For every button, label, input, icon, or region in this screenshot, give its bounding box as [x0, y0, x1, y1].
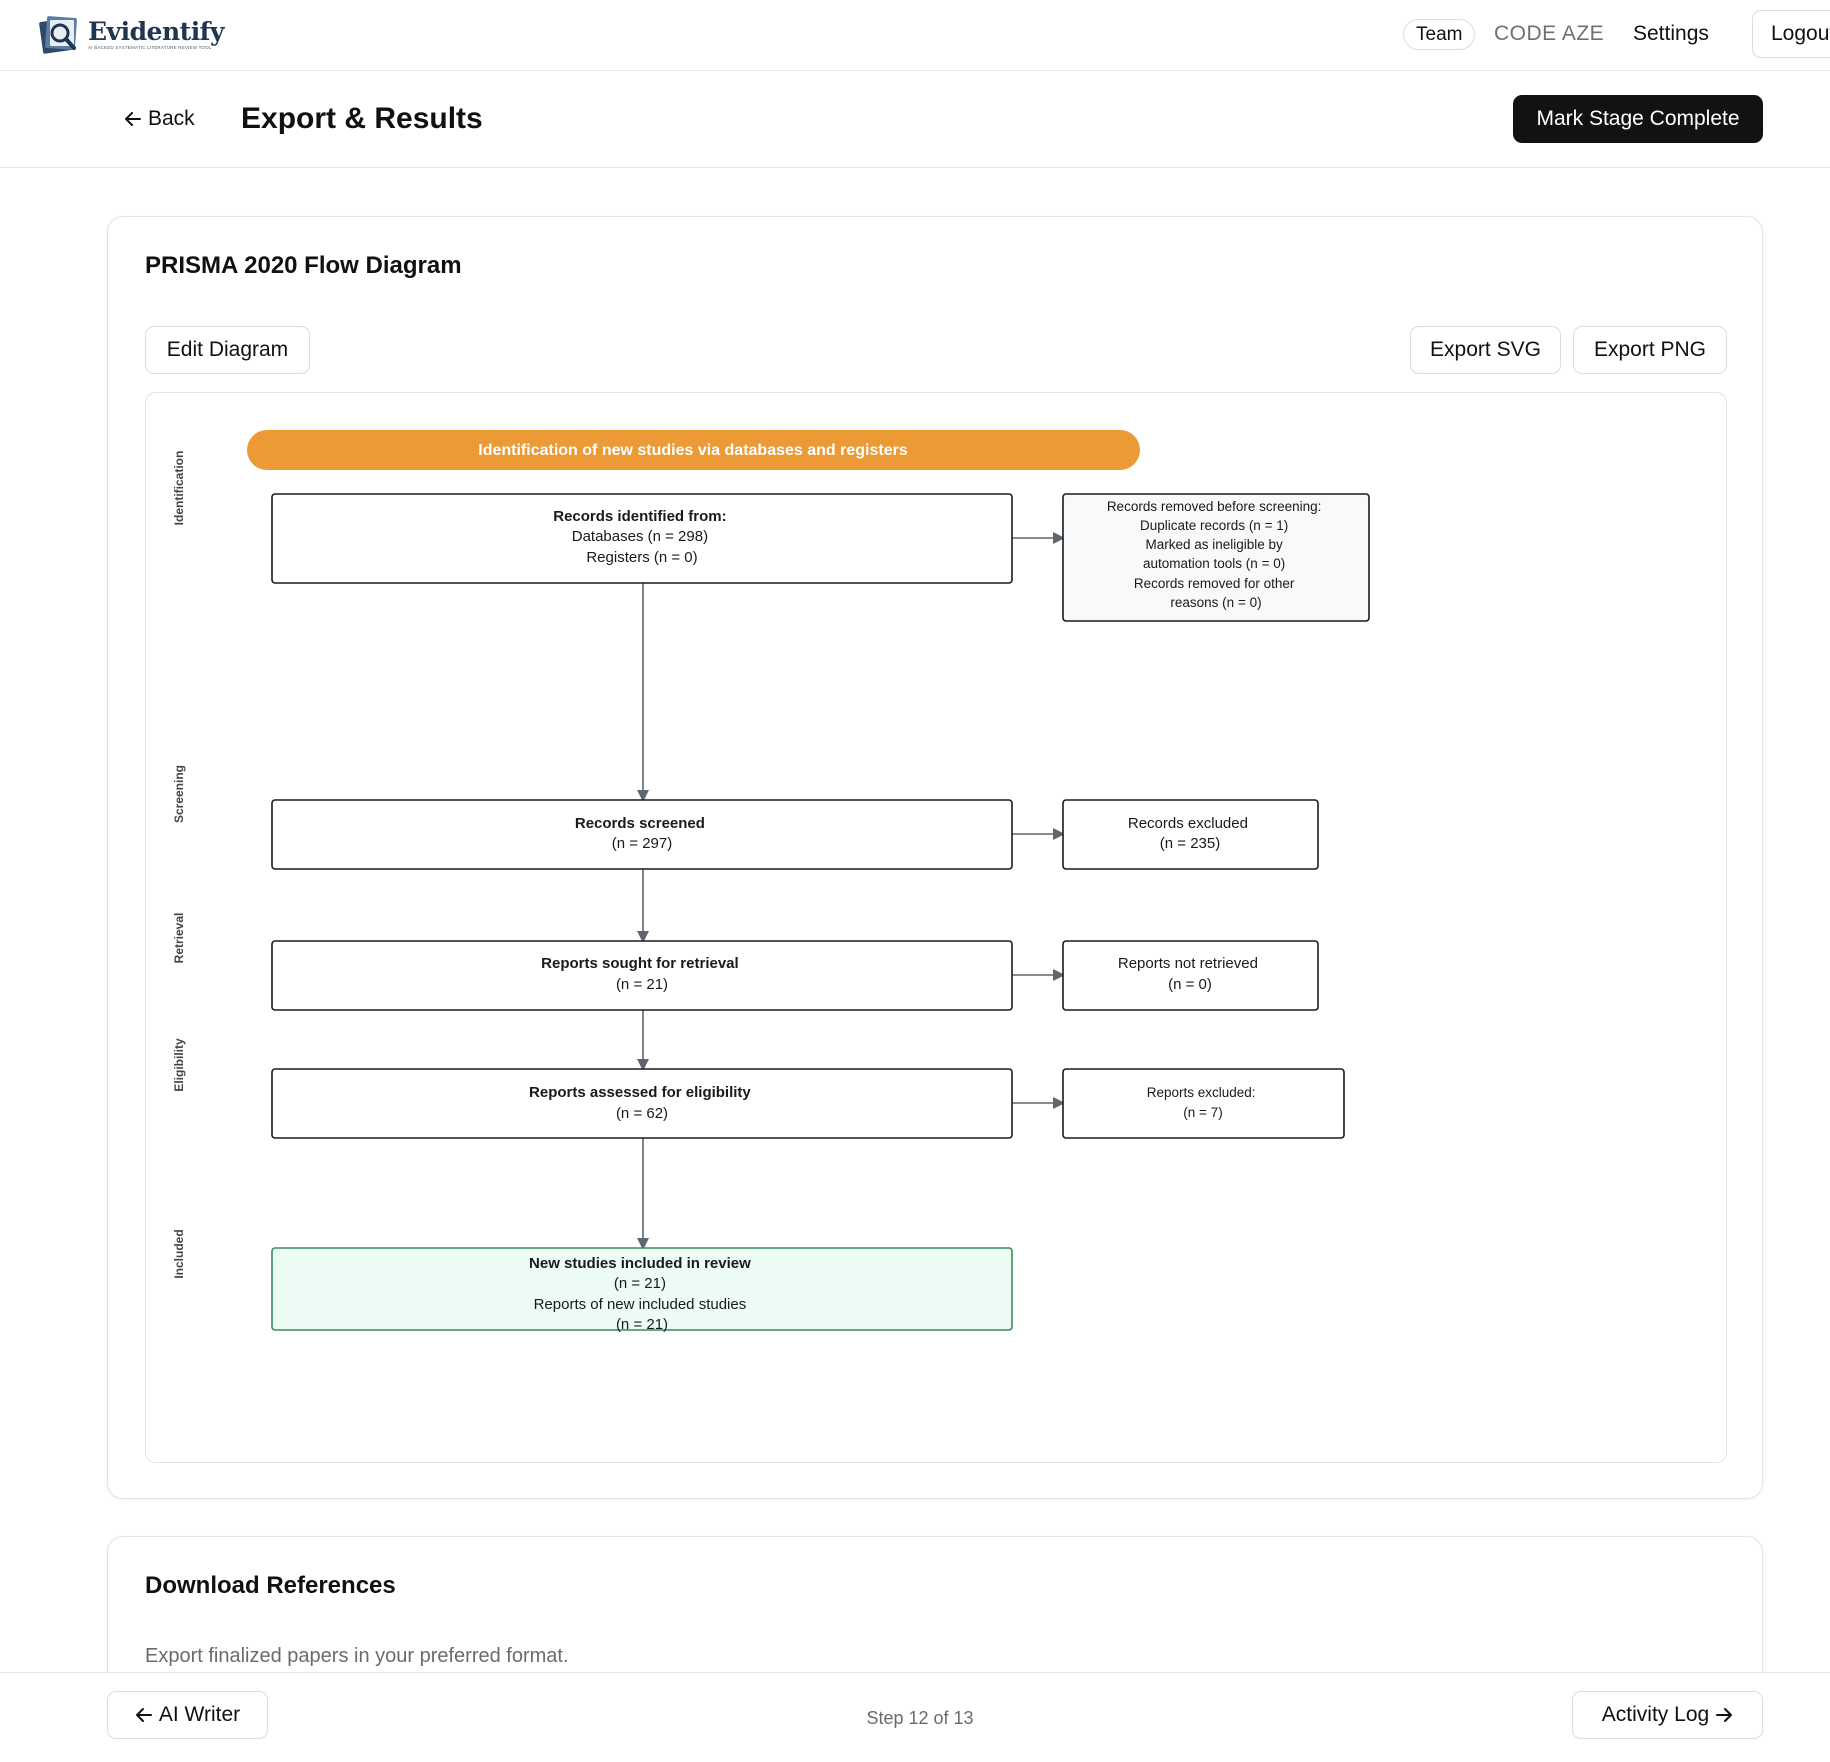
- download-references-title: Download References: [145, 1572, 396, 1599]
- box-studies-included-title: New studies included in review: [529, 1255, 751, 1272]
- box-records-removed-line: Records removed for other: [1134, 576, 1295, 591]
- box-reports-sought-title: Reports sought for retrieval: [541, 955, 739, 972]
- stage-label-screening: Screening: [172, 765, 186, 823]
- stage-label-retrieval: Retrieval: [172, 913, 186, 964]
- step-indicator: Step 12 of 13: [866, 1708, 974, 1728]
- prisma-card: PRISMA 2020 Flow Diagram Edit Diagram Ex…: [107, 216, 1763, 1499]
- stage-label-identification: Identification: [172, 451, 186, 526]
- box-reports-excluded-title: Reports excluded:: [1147, 1085, 1256, 1100]
- box-records-identified-line: Registers (n = 0): [586, 549, 697, 566]
- page-header: Back Export & Results Mark Stage Complet…: [0, 71, 1830, 168]
- stage-label-included: Included: [172, 1229, 186, 1278]
- arrow-right-icon: [1716, 1708, 1733, 1722]
- box-studies-included-reports-count: (n = 21): [616, 1316, 668, 1333]
- box-records-identified-line: Databases (n = 298): [572, 528, 708, 545]
- export-svg-button[interactable]: Export SVG: [1410, 326, 1561, 374]
- box-records-removed-line: automation tools (n = 0): [1143, 556, 1285, 571]
- next-step-button[interactable]: Activity Log: [1572, 1691, 1763, 1739]
- box-records-excluded-title: Records excluded: [1128, 815, 1248, 832]
- prisma-title: PRISMA 2020 Flow Diagram: [145, 252, 462, 279]
- edit-diagram-button[interactable]: Edit Diagram: [145, 326, 310, 374]
- prisma-diagram: Identification Screening Retrieval Eligi…: [145, 392, 1727, 1463]
- export-png-button[interactable]: Export PNG: [1573, 326, 1727, 374]
- box-records-removed-line: Marked as ineligible by: [1145, 537, 1283, 552]
- download-references-subtitle: Export finalized papers in your preferre…: [145, 1645, 569, 1667]
- logout-button[interactable]: Logout: [1752, 10, 1830, 58]
- project-code: CODE AZE: [1494, 22, 1605, 45]
- logo-icon: [38, 14, 82, 56]
- top-navbar: Evidentify AI BACKED SYSTEMATIC LITERATU…: [0, 0, 1830, 71]
- identification-banner-label: Identification of new studies via databa…: [478, 442, 908, 459]
- back-button[interactable]: Back: [124, 107, 195, 131]
- back-label: Back: [148, 107, 195, 130]
- box-records-excluded-count: (n = 235): [1160, 835, 1220, 852]
- box-reports-assessed: [271, 1068, 1013, 1139]
- box-reports-sought-count: (n = 21): [616, 976, 668, 993]
- stage-label-eligibility: Eligibility: [172, 1038, 186, 1092]
- next-step-label: Activity Log: [1601, 1703, 1710, 1726]
- box-studies-included-count: (n = 21): [614, 1275, 666, 1292]
- box-records-removed-line: Duplicate records (n = 1): [1140, 518, 1288, 533]
- box-studies-included-reports: Reports of new included studies: [534, 1296, 747, 1313]
- box-reports-excluded-count: (n = 7): [1183, 1105, 1222, 1120]
- box-records-identified-title: Records identified from:: [553, 508, 726, 525]
- settings-link[interactable]: Settings: [1633, 22, 1709, 46]
- box-records-screened-title: Records screened: [575, 815, 705, 832]
- box-reports-not-retrieved-title: Reports not retrieved: [1118, 955, 1258, 972]
- step-footer: AI Writer Step 12 of 13 Activity Log: [0, 1672, 1830, 1762]
- brand-logo[interactable]: Evidentify AI BACKED SYSTEMATIC LITERATU…: [38, 12, 224, 58]
- brand-tagline: AI BACKED SYSTEMATIC LITERATURE REVIEW T…: [88, 45, 212, 50]
- box-records-removed-line: reasons (n = 0): [1170, 595, 1261, 610]
- box-reports-assessed-count: (n = 62): [616, 1105, 668, 1122]
- brand-name: Evidentify: [88, 17, 224, 46]
- arrow-left-icon: [125, 112, 141, 126]
- team-badge[interactable]: Team: [1403, 19, 1476, 50]
- mark-stage-complete-button[interactable]: Mark Stage Complete: [1513, 95, 1763, 143]
- box-records-screened-count: (n = 297): [612, 835, 672, 852]
- box-reports-excluded: [1062, 1068, 1345, 1139]
- box-records-removed-line: Records removed before screening:: [1107, 499, 1322, 514]
- box-reports-not-retrieved-count: (n = 0): [1168, 976, 1212, 993]
- page-title: Export & Results: [241, 102, 483, 135]
- box-reports-assessed-title: Reports assessed for eligibility: [529, 1084, 751, 1101]
